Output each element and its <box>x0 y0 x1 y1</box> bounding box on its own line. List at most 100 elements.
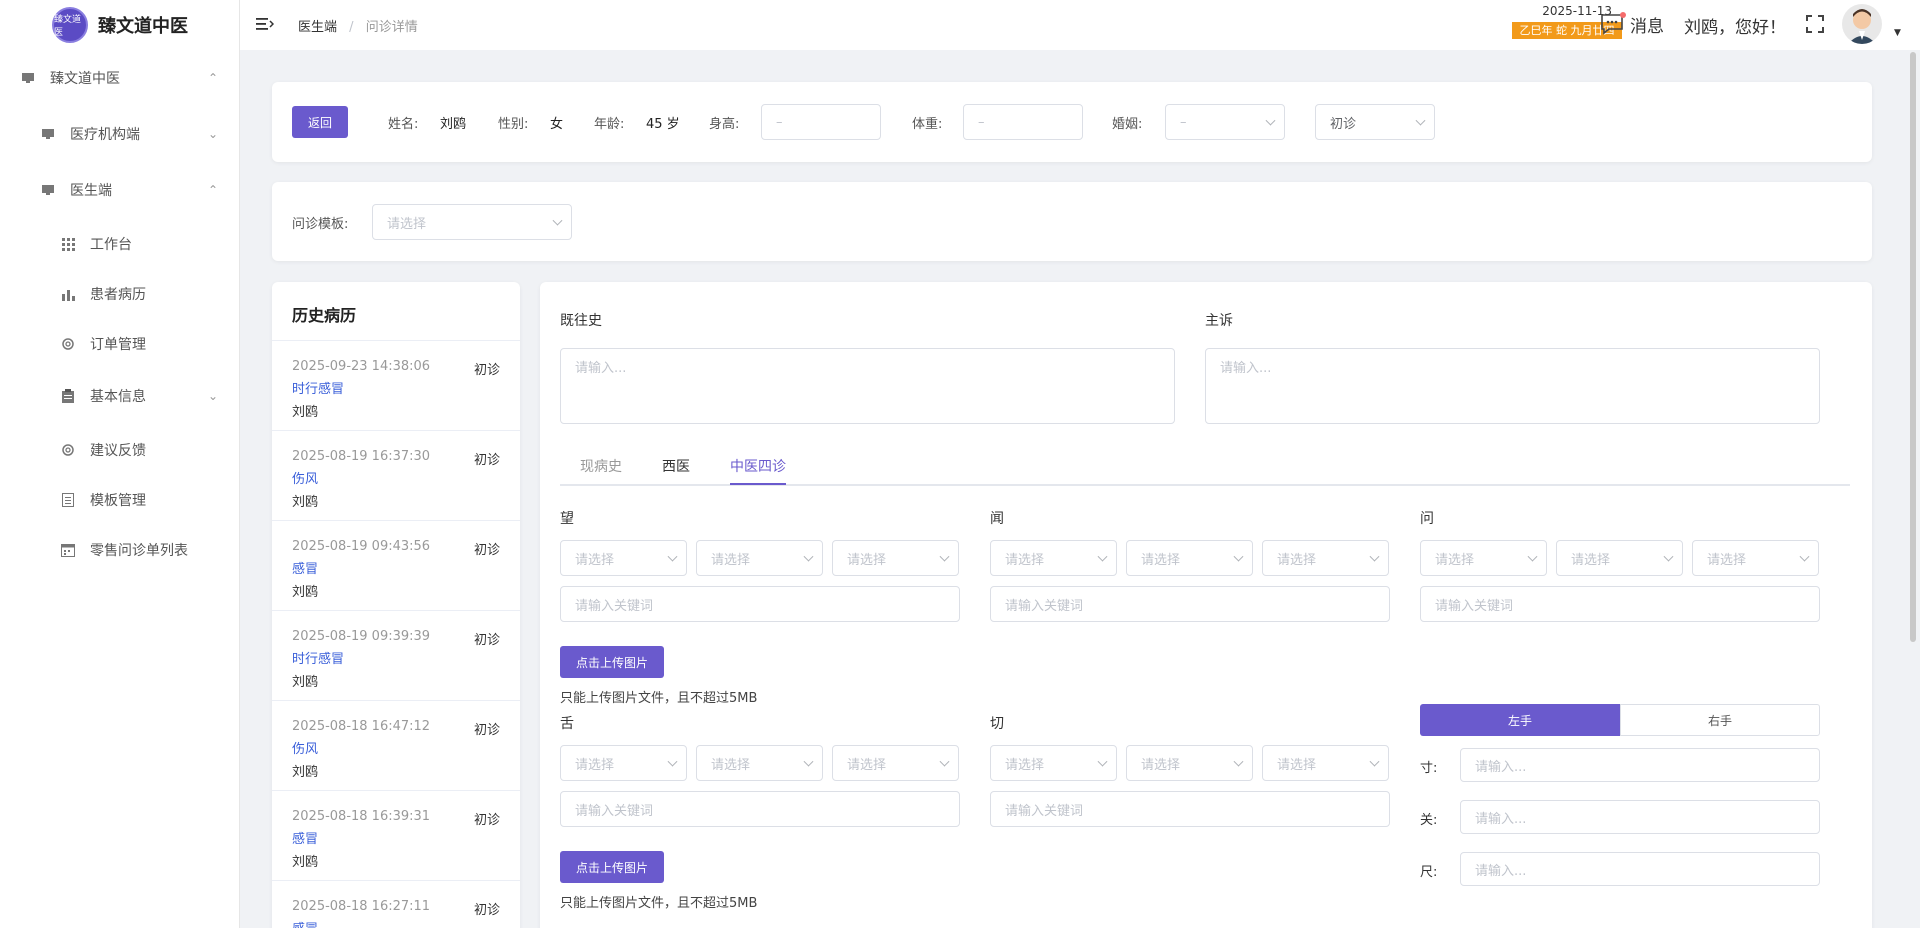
logo: 臻文道医 臻文道中医 <box>0 0 239 50</box>
ask-select[interactable]: 请选择 <box>1420 540 1547 576</box>
chief-complaint-textarea[interactable]: 请输入... <box>1205 348 1820 424</box>
history-item[interactable]: 2025-08-19 09:39:39 初诊 时行感冒 刘鸥 <box>272 610 520 700</box>
sidebar-item-workbench[interactable]: 工作台 <box>0 224 240 264</box>
tongue-upload-hint: 只能上传图片文件，且不超过5MB <box>560 896 758 911</box>
history-patient-name: 刘鸥 <box>292 585 319 600</box>
marriage-select[interactable]: – <box>1165 104 1285 140</box>
history-item[interactable]: 2025-08-18 16:39:31 初诊 感冒 刘鸥 <box>272 790 520 880</box>
menu-toggle-icon[interactable] <box>256 15 275 37</box>
tab-western-medicine[interactable]: 西医 <box>662 456 690 476</box>
listen-select[interactable]: 请选择 <box>1262 540 1389 576</box>
sidebar-item-feedback[interactable]: 建议反馈 <box>0 430 240 470</box>
history-diagnosis[interactable]: 感冒 <box>292 558 500 577</box>
sidebar-item-doctor[interactable]: 医生端 ⌃ <box>0 170 240 210</box>
sidebar-item-label: 医生端 <box>70 183 112 199</box>
tongue-select[interactable]: 请选择 <box>560 745 687 781</box>
fullscreen-icon[interactable] <box>1806 15 1824 37</box>
listen-select[interactable]: 请选择 <box>990 540 1117 576</box>
history-diagnosis[interactable]: 时行感冒 <box>292 648 500 667</box>
left-hand-toggle[interactable]: 左手 <box>1420 704 1620 736</box>
look-select[interactable]: 请选择 <box>560 540 687 576</box>
guan-input[interactable]: 请输入... <box>1460 800 1820 834</box>
tongue-keyword-input[interactable]: 请输入关键词 <box>560 791 960 827</box>
sidebar-item-retail-list[interactable]: 零售问诊单列表 <box>0 530 240 570</box>
visit-type-select[interactable]: 初诊 <box>1315 104 1435 140</box>
history-diagnosis[interactable]: 伤风 <box>292 468 500 487</box>
pulse-select[interactable]: 请选择 <box>990 745 1117 781</box>
tongue-upload-button[interactable]: 点击上传图片 <box>560 851 664 883</box>
pulse-select[interactable]: 请选择 <box>1262 745 1389 781</box>
select-placeholder: 请选择 <box>1571 552 1611 568</box>
sidebar-item-institution[interactable]: 医疗机构端 ⌄ <box>0 114 240 154</box>
height-input[interactable]: – <box>761 104 881 140</box>
history-item[interactable]: 2025-08-18 16:47:12 初诊 伤风 刘鸥 <box>272 700 520 790</box>
ask-select[interactable]: 请选择 <box>1692 540 1819 576</box>
look-select[interactable]: 请选择 <box>696 540 823 576</box>
chevron-down-icon <box>1097 756 1108 767</box>
look-keyword-input[interactable]: 请输入关键词 <box>560 586 960 622</box>
listen-select[interactable]: 请选择 <box>1126 540 1253 576</box>
ask-select[interactable]: 请选择 <box>1556 540 1683 576</box>
select-placeholder: 请选择 <box>1005 757 1045 773</box>
back-button[interactable]: 返回 <box>292 106 348 138</box>
cun-label: 寸: <box>1420 761 1438 776</box>
history-item[interactable]: 2025-08-19 09:43:56 初诊 感冒 刘鸥 <box>272 520 520 610</box>
chevron-down-icon <box>1663 551 1674 562</box>
gear-icon <box>60 442 76 458</box>
weight-input[interactable]: – <box>963 104 1083 140</box>
tongue-select[interactable]: 请选择 <box>832 745 959 781</box>
ask-label: 问 <box>1420 511 1434 527</box>
chevron-down-icon <box>939 551 950 562</box>
pulse-select[interactable]: 请选择 <box>1126 745 1253 781</box>
history-item[interactable]: 2025-09-23 14:38:06 初诊 时行感冒 刘鸥 <box>272 340 520 430</box>
history-date: 2025-08-18 16:47:12 <box>292 719 431 734</box>
history-visit-type: 初诊 <box>473 543 500 558</box>
chi-input[interactable]: 请输入... <box>1460 852 1820 886</box>
guan-label: 关: <box>1420 813 1438 828</box>
sidebar-item-orders[interactable]: 订单管理 <box>0 324 240 364</box>
history-diagnosis[interactable]: 感冒 <box>292 918 500 928</box>
chevron-down-icon <box>1799 551 1810 562</box>
history-diagnosis[interactable]: 时行感冒 <box>292 378 500 397</box>
history-visit-type: 初诊 <box>473 723 500 738</box>
tab-present-history[interactable]: 现病史 <box>580 456 622 476</box>
history-diagnosis[interactable]: 感冒 <box>292 828 500 847</box>
breadcrumb-item[interactable]: 医生端 <box>298 20 337 35</box>
sidebar-item-basic-info[interactable]: 基本信息 ⌄ <box>0 376 240 416</box>
age-label: 年龄: <box>594 117 625 132</box>
history-diagnosis[interactable]: 伤风 <box>292 738 500 757</box>
patient-gender: 女 <box>550 117 564 132</box>
caret-down-icon[interactable]: ▼ <box>1894 28 1901 38</box>
select-placeholder: 请选择 <box>847 552 887 568</box>
page-scrollbar[interactable] <box>1910 52 1916 642</box>
past-history-textarea[interactable]: 请输入... <box>560 348 1175 424</box>
tab-tcm-four-diagnosis[interactable]: 中医四诊 <box>730 456 786 476</box>
avatar[interactable] <box>1842 4 1882 44</box>
chevron-down-icon <box>1233 756 1244 767</box>
monitor-icon <box>40 182 56 198</box>
sidebar-item-root[interactable]: 臻文道中医 ⌃ <box>0 58 240 98</box>
cun-input[interactable]: 请输入... <box>1460 748 1820 782</box>
look-upload-button[interactable]: 点击上传图片 <box>560 646 664 678</box>
sidebar-item-label: 建议反馈 <box>90 443 146 459</box>
pulse-keyword-input[interactable]: 请输入关键词 <box>990 791 1390 827</box>
past-history-label: 既往史 <box>560 313 602 329</box>
breadcrumb-item: 问诊详情 <box>365 20 418 35</box>
history-item[interactable]: 2025-08-18 16:27:11 初诊感冒 <box>272 880 520 928</box>
sidebar-item-templates[interactable]: 模板管理 <box>0 480 240 520</box>
history-visit-type: 初诊 <box>473 813 500 828</box>
sidebar-item-label: 零售问诊单列表 <box>90 543 188 559</box>
right-hand-toggle[interactable]: 右手 <box>1620 704 1820 736</box>
messages-button[interactable]: 消息 <box>1600 11 1664 37</box>
look-select[interactable]: 请选择 <box>832 540 959 576</box>
listen-keyword-input[interactable]: 请输入关键词 <box>990 586 1390 622</box>
history-item[interactable]: 2025-08-19 16:37:30 初诊 伤风 刘鸥 <box>272 430 520 520</box>
ask-keyword-input[interactable]: 请输入关键词 <box>1420 586 1820 622</box>
sidebar-item-records[interactable]: 患者病历 <box>0 274 240 314</box>
document-icon <box>60 492 76 508</box>
marriage-value: – <box>1180 114 1187 130</box>
template-select[interactable]: 请选择 <box>372 204 572 240</box>
tongue-select[interactable]: 请选择 <box>696 745 823 781</box>
history-visit-type: 初诊 <box>473 363 500 378</box>
weight-label: 体重: <box>912 117 943 132</box>
